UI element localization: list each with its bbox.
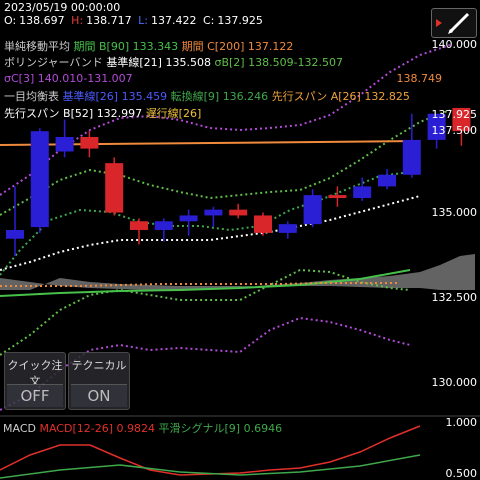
candle-bear [105,163,124,213]
quick-order-toggle[interactable]: OFF [7,384,63,407]
low-value: 137.422 [151,14,197,27]
price-label-137925: 137.925 [431,108,478,121]
technical-toggle[interactable]: ON [71,384,127,407]
candle-bull [55,136,74,152]
ichimoku-legend-2: 先行スパン B[52] 132.997 遅行線[26] [4,107,201,121]
candle-bear [229,209,248,216]
close-label: C: [203,14,215,27]
open-value: 138.697 [19,14,65,27]
bb-base-value: 135.508 [165,56,211,69]
price-label-138749: 138.749 [396,72,443,85]
tenkan-label: 転換線[9] [170,90,220,103]
candle-bear [328,195,347,199]
ohlc-readout: O: 138.697 H: 138.717 L: 137.422 C: 137.925 [4,14,266,27]
candle-bull [30,131,49,228]
candle-bull [204,209,223,216]
bb-sigma3-legend: σC[3] 140.010-131.007 [4,72,133,86]
bb-sc-label: σC[3] [4,72,35,85]
price-label-1325: 132.500 [431,291,478,304]
macd-name: MACD [3,422,36,435]
span-b-value: 132.997 [96,107,143,120]
kijun-value: 135.459 [121,90,168,103]
candle-bull [154,221,173,230]
price-label-140: 140.000 [431,38,478,51]
sma-name: 単純移動平均 [4,40,70,53]
bb-sb-value: 138.509-132.507 [248,56,344,69]
bb-sb-label: σB[2] [214,56,245,69]
candle-bull [353,186,372,199]
candle-bull [179,215,198,222]
ichimoku-legend: 一目均衡表 基準線[26] 135.459 転換線[9] 136.246 先行ス… [4,90,410,104]
span-b-label: 先行スパン B[52] [4,107,94,120]
candle-bear [80,136,99,149]
kijun-label: 基準線[26] [62,90,119,103]
ichimoku-name: 一目均衡表 [4,90,59,103]
sma-legend: 単純移動平均 期間 B[90] 133.343 期間 C[200] 137.12… [4,40,293,54]
close-value: 137.925 [217,14,263,27]
macd-axis-top: 1.000 [445,416,478,429]
candle-bull [278,224,297,233]
sma-c-value: 137.122 [247,40,294,53]
pencil-icon [436,12,470,34]
candle-bear [254,215,272,233]
signal-label: 平滑シグナル[9] [158,422,241,435]
price-label-1375: 137.500 [431,124,478,137]
bb-sc-value: 140.010-131.007 [37,72,133,85]
bar-date: 2023/05/19 00:00:00 [4,1,121,14]
sma-c-label: 期間 C[200] [181,40,245,53]
open-label: O: [4,14,17,27]
bb-legend: ボリンジャーバンド 基準線[21] 135.508 σB[2] 138.509-… [4,56,343,70]
sma-b-label: 期間 B[90] [73,40,130,53]
price-label-135: 135.000 [431,206,478,219]
technical-button[interactable]: テクニカル ON [68,352,130,410]
bb-name: ボリンジャーバンド [4,56,103,69]
drawing-tool-button[interactable] [431,8,477,38]
signal-value: 0.6946 [243,422,283,435]
low-label: L: [138,14,148,27]
tenkan-value: 136.246 [222,90,269,103]
bb-base-label: 基準線[21] [106,56,162,69]
candle-bull [378,174,396,187]
candle-bear [130,221,148,230]
macd-legend: MACD MACD[12-26] 0.9824 平滑シグナル[9] 0.6946 [3,420,282,436]
macd-axis-bottom: 0.500 [445,467,478,480]
macd-label: MACD[12-26] [39,422,114,435]
high-value: 138.717 [86,14,132,27]
technical-label: テクニカル [71,359,127,372]
macd-value: 0.9824 [116,422,156,435]
chikou-label: 遅行線[26] [145,107,202,120]
high-label: H: [71,14,84,27]
price-label-130: 130.000 [431,376,478,389]
quick-order-button[interactable]: クイック注文 OFF [4,352,66,410]
span-a-label: 先行スパン A[26] [271,90,361,103]
span-a-value: 132.825 [364,90,410,103]
candle-bull [303,195,322,225]
sma-b-value: 133.343 [132,40,179,53]
candle-bull [6,229,24,239]
candle-bull [402,139,421,175]
